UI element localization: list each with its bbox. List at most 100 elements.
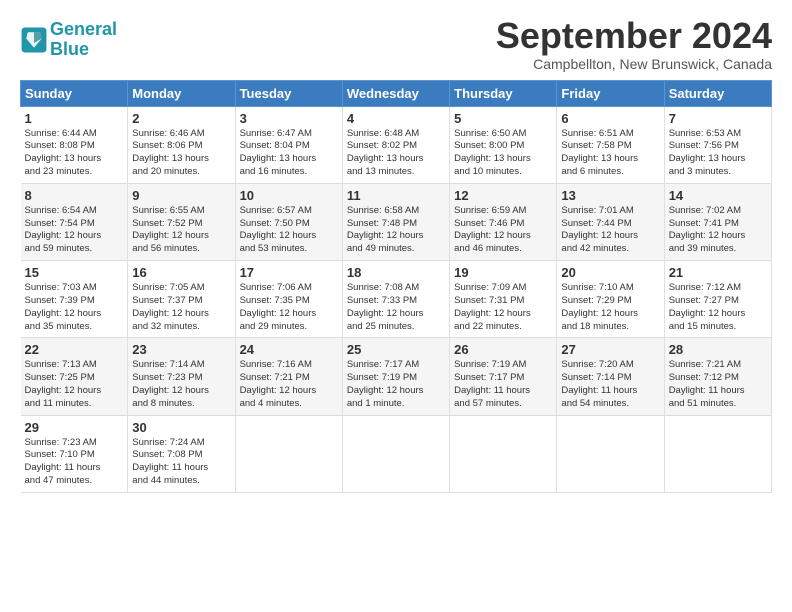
cell-content: Sunrise: 6:47 AMSunset: 8:04 PMDaylight:… xyxy=(240,128,338,179)
weekday-header-wednesday: Wednesday xyxy=(342,80,449,106)
cell-line: and 29 minutes. xyxy=(240,321,338,334)
cell-content: Sunrise: 7:03 AMSunset: 7:39 PMDaylight:… xyxy=(25,282,124,333)
day-number: 12 xyxy=(454,188,552,203)
cell-line: Sunrise: 7:16 AM xyxy=(240,359,338,372)
cell-line: Sunrise: 7:10 AM xyxy=(561,282,659,295)
day-number: 17 xyxy=(240,265,338,280)
day-number: 29 xyxy=(25,420,124,435)
day-number: 25 xyxy=(347,342,445,357)
day-number: 5 xyxy=(454,111,552,126)
day-number: 30 xyxy=(132,420,230,435)
cell-line: Daylight: 12 hours xyxy=(669,230,767,243)
cell-line: Daylight: 12 hours xyxy=(561,308,659,321)
cell-line: Daylight: 12 hours xyxy=(669,308,767,321)
cell-line: and 51 minutes. xyxy=(669,398,767,411)
calendar-cell: 8Sunrise: 6:54 AMSunset: 7:54 PMDaylight… xyxy=(21,183,128,260)
cell-line: and 3 minutes. xyxy=(669,166,767,179)
cell-line: Sunrise: 7:08 AM xyxy=(347,282,445,295)
cell-line: Daylight: 12 hours xyxy=(25,385,124,398)
calendar-cell: 14Sunrise: 7:02 AMSunset: 7:41 PMDayligh… xyxy=(664,183,771,260)
cell-line: Sunrise: 7:09 AM xyxy=(454,282,552,295)
cell-line: and 15 minutes. xyxy=(669,321,767,334)
calendar-cell: 28Sunrise: 7:21 AMSunset: 7:12 PMDayligh… xyxy=(664,338,771,415)
cell-line: Sunrise: 7:03 AM xyxy=(25,282,124,295)
cell-content: Sunrise: 6:59 AMSunset: 7:46 PMDaylight:… xyxy=(454,205,552,256)
cell-line: Sunset: 7:58 PM xyxy=(561,140,659,153)
cell-line: Daylight: 12 hours xyxy=(240,230,338,243)
cell-line: Sunrise: 6:50 AM xyxy=(454,128,552,141)
cell-content: Sunrise: 6:44 AMSunset: 8:08 PMDaylight:… xyxy=(25,128,124,179)
calendar-cell xyxy=(450,415,557,492)
cell-line: Sunrise: 6:46 AM xyxy=(132,128,230,141)
cell-line: Sunset: 7:56 PM xyxy=(669,140,767,153)
cell-line: Daylight: 12 hours xyxy=(25,308,124,321)
cell-content: Sunrise: 7:23 AMSunset: 7:10 PMDaylight:… xyxy=(25,437,124,488)
calendar-cell: 23Sunrise: 7:14 AMSunset: 7:23 PMDayligh… xyxy=(128,338,235,415)
cell-line: Daylight: 12 hours xyxy=(561,230,659,243)
day-number: 21 xyxy=(669,265,767,280)
calendar-cell: 15Sunrise: 7:03 AMSunset: 7:39 PMDayligh… xyxy=(21,261,128,338)
calendar-cell: 9Sunrise: 6:55 AMSunset: 7:52 PMDaylight… xyxy=(128,183,235,260)
calendar-cell: 21Sunrise: 7:12 AMSunset: 7:27 PMDayligh… xyxy=(664,261,771,338)
cell-line: Sunrise: 6:44 AM xyxy=(25,128,124,141)
cell-content: Sunrise: 7:16 AMSunset: 7:21 PMDaylight:… xyxy=(240,359,338,410)
calendar-header: SundayMondayTuesdayWednesdayThursdayFrid… xyxy=(21,80,772,106)
cell-line: Sunset: 7:46 PM xyxy=(454,218,552,231)
calendar-cell: 27 Sunrise: 7:20 AMSunset: 7:14 PMDayligh… xyxy=(557,338,664,415)
cell-line: Daylight: 12 hours xyxy=(132,308,230,321)
day-number: 27 xyxy=(561,342,659,357)
cell-line: Sunset: 8:08 PM xyxy=(25,140,124,153)
cell-line: and 13 minutes. xyxy=(347,166,445,179)
calendar-cell: 2Sunrise: 6:46 AMSunset: 8:06 PMDaylight… xyxy=(128,106,235,183)
cell-content: Sunrise: 7:06 AMSunset: 7:35 PMDaylight:… xyxy=(240,282,338,333)
cell-line: and 32 minutes. xyxy=(132,321,230,334)
cell-line: Sunrise: 6:51 AM xyxy=(561,128,659,141)
cell-line: Sunrise: 7:19 AM xyxy=(454,359,552,372)
cell-content: Sunrise: 7:09 AMSunset: 7:31 PMDaylight:… xyxy=(454,282,552,333)
cell-content: Sunrise: 7:24 AMSunset: 7:08 PMDaylight:… xyxy=(132,437,230,488)
cell-content: Sunrise: 7:20 AMSunset: 7:14 PMDaylight:… xyxy=(561,359,659,410)
cell-line: Daylight: 13 hours xyxy=(132,153,230,166)
cell-content: Sunrise: 7:02 AMSunset: 7:41 PMDaylight:… xyxy=(669,205,767,256)
cell-content: Sunrise: 7:08 AMSunset: 7:33 PMDaylight:… xyxy=(347,282,445,333)
cell-content: Sunrise: 6:58 AMSunset: 7:48 PMDaylight:… xyxy=(347,205,445,256)
day-number: 18 xyxy=(347,265,445,280)
calendar-cell: 17 Sunrise: 7:06 AMSunset: 7:35 PMDayligh… xyxy=(235,261,342,338)
cell-content: Sunrise: 7:14 AMSunset: 7:23 PMDaylight:… xyxy=(132,359,230,410)
cell-line: Sunset: 7:35 PM xyxy=(240,295,338,308)
cell-line: Daylight: 11 hours xyxy=(669,385,767,398)
day-number: 19 xyxy=(454,265,552,280)
cell-line: Sunset: 7:31 PM xyxy=(454,295,552,308)
cell-line: Daylight: 12 hours xyxy=(347,308,445,321)
calendar-cell: 29 Sunrise: 7:23 AMSunset: 7:10 PMDayligh… xyxy=(21,415,128,492)
calendar-cell: 18 Sunrise: 7:08 AMSunset: 7:33 PMDayligh… xyxy=(342,261,449,338)
cell-line: Sunset: 7:08 PM xyxy=(132,449,230,462)
cell-line: and 44 minutes. xyxy=(132,475,230,488)
cell-line: Sunrise: 6:48 AM xyxy=(347,128,445,141)
cell-line: Sunrise: 7:02 AM xyxy=(669,205,767,218)
calendar-week-4: 22Sunrise: 7:13 AMSunset: 7:25 PMDayligh… xyxy=(21,338,772,415)
calendar-cell: 3Sunrise: 6:47 AMSunset: 8:04 PMDaylight… xyxy=(235,106,342,183)
cell-line: Sunset: 7:48 PM xyxy=(347,218,445,231)
calendar-table: SundayMondayTuesdayWednesdayThursdayFrid… xyxy=(20,80,772,493)
header: General Blue September 2024 Campbellton,… xyxy=(20,16,772,72)
header-row: SundayMondayTuesdayWednesdayThursdayFrid… xyxy=(21,80,772,106)
cell-line: Sunrise: 6:59 AM xyxy=(454,205,552,218)
calendar-cell: 5 Sunrise: 6:50 AMSunset: 8:00 PMDaylight… xyxy=(450,106,557,183)
cell-line: Daylight: 12 hours xyxy=(240,308,338,321)
cell-content: Sunrise: 6:50 AMSunset: 8:00 PMDaylight:… xyxy=(454,128,552,179)
calendar-cell: 7Sunrise: 6:53 AMSunset: 7:56 PMDaylight… xyxy=(664,106,771,183)
cell-line: and 35 minutes. xyxy=(25,321,124,334)
calendar-cell: 12 Sunrise: 6:59 AMSunset: 7:46 PMDayligh… xyxy=(450,183,557,260)
cell-content: Sunrise: 6:54 AMSunset: 7:54 PMDaylight:… xyxy=(25,205,124,256)
cell-line: Daylight: 11 hours xyxy=(132,462,230,475)
cell-line: Daylight: 13 hours xyxy=(454,153,552,166)
month-title: September 2024 xyxy=(496,16,772,56)
day-number: 9 xyxy=(132,188,230,203)
calendar-cell: 19 Sunrise: 7:09 AMSunset: 7:31 PMDayligh… xyxy=(450,261,557,338)
calendar-cell: 16Sunrise: 7:05 AMSunset: 7:37 PMDayligh… xyxy=(128,261,235,338)
logo-icon xyxy=(20,26,48,54)
cell-line: Daylight: 12 hours xyxy=(347,230,445,243)
cell-line: and 56 minutes. xyxy=(132,243,230,256)
cell-line: Sunset: 7:25 PM xyxy=(25,372,124,385)
